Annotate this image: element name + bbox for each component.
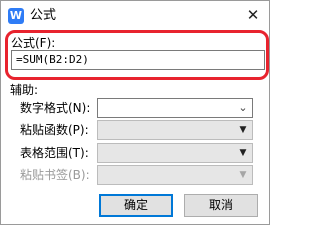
formula-label: 公式(F): [11, 36, 56, 50]
title-bar[interactable]: W 公式 ✕ [1, 1, 269, 31]
ok-button[interactable]: 确定 [99, 194, 173, 217]
number-format-label: 数字格式(N): [20, 101, 91, 115]
close-icon[interactable]: ✕ [241, 4, 265, 26]
table-range-label: 表格范围(T): [20, 146, 89, 160]
paste-bookmark-select: ▼ [97, 165, 253, 185]
paste-function-label: 粘贴函数(P): [20, 123, 89, 137]
paste-function-select[interactable]: ▼ [97, 120, 253, 140]
dropdown-arrow-icon: ▼ [239, 170, 247, 180]
table-range-select[interactable]: ▼ [97, 143, 253, 163]
dropdown-arrow-icon: ▼ [239, 125, 247, 135]
formula-dialog: W 公式 ✕ 公式(F): =SUM(B2:D2) 辅助: 数字格式(N): ⌄… [0, 0, 270, 225]
wps-app-icon: W [8, 8, 24, 24]
paste-bookmark-label: 粘贴书签(B): [20, 168, 90, 182]
formula-input[interactable]: =SUM(B2:D2) [11, 50, 265, 70]
cancel-button[interactable]: 取消 [184, 194, 258, 217]
chevron-down-icon: ⌄ [238, 101, 248, 114]
dropdown-arrow-icon: ▼ [239, 148, 247, 158]
number-format-select[interactable]: ⌄ [97, 98, 253, 118]
aux-section-label: 辅助: [10, 83, 39, 97]
dialog-title: 公式 [30, 8, 57, 23]
